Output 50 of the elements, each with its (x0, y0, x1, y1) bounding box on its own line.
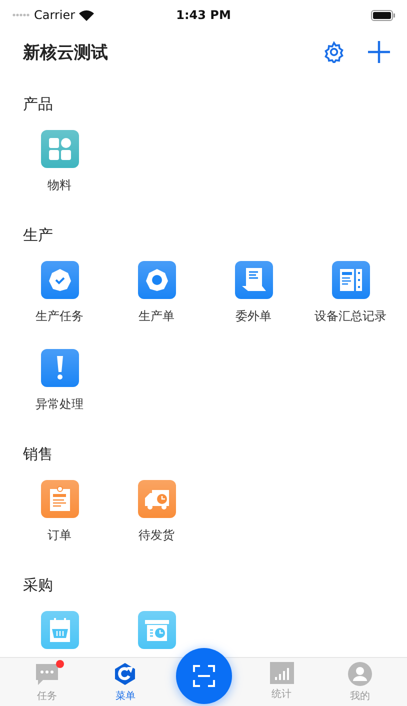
check-icon (48, 268, 72, 292)
app-label: 生产单 (138, 308, 174, 324)
app-label: 待发货 (138, 527, 174, 543)
section-title: 采购 (22, 575, 54, 595)
app-tile[interactable] (138, 261, 176, 299)
basket-icon (48, 617, 72, 643)
app-tile[interactable] (40, 349, 78, 387)
app-tile[interactable] (332, 261, 370, 299)
grid-icon (48, 137, 72, 161)
app-tile[interactable] (40, 130, 78, 168)
add-button[interactable] (367, 40, 391, 64)
section-title: 销售 (22, 444, 54, 464)
scan-icon (192, 664, 216, 688)
battery-icon (371, 10, 396, 20)
app-tile[interactable] (40, 261, 78, 299)
clipboard-icon (48, 486, 70, 512)
bar-chart-icon (270, 662, 294, 684)
box-clock-icon (144, 618, 170, 642)
app-label: 生产任务 (36, 308, 84, 324)
app-tile[interactable] (138, 611, 176, 649)
app-tile[interactable] (40, 611, 78, 649)
signal-icon (12, 13, 30, 17)
hexagon-logo-icon (113, 662, 138, 686)
app-tile[interactable] (234, 261, 272, 299)
app-label: 异常处理 (36, 396, 84, 412)
document-icon (240, 267, 266, 293)
panel-icon (338, 267, 364, 293)
app-label: 订单 (48, 527, 72, 543)
section-title: 生产 (22, 225, 54, 245)
app-label: 物料 (48, 177, 72, 193)
app-label: 委外单 (236, 308, 272, 324)
app-label: 设备汇总记录 (314, 308, 386, 324)
ring-icon (144, 268, 168, 292)
status-time: 1:43 PM (176, 8, 231, 22)
chat-icon (35, 662, 60, 686)
tab-item[interactable]: 统计 (242, 658, 321, 706)
tab-item[interactable]: 任务 (8, 658, 86, 706)
settings-button[interactable] (323, 41, 345, 63)
tab-item[interactable]: 菜单 (86, 658, 164, 706)
page-title: 新核云测试 (23, 42, 109, 64)
tab-item[interactable]: 我的 (320, 658, 400, 706)
carrier-name: Carrier (34, 8, 76, 22)
app-tile[interactable] (138, 480, 176, 518)
alert-icon (56, 355, 64, 381)
scan-button[interactable] (176, 648, 232, 704)
app-tile[interactable] (40, 480, 78, 518)
user-icon (348, 662, 372, 686)
section-title: 产品 (22, 94, 54, 114)
wifi-icon (79, 10, 94, 20)
truck-icon (142, 487, 170, 511)
